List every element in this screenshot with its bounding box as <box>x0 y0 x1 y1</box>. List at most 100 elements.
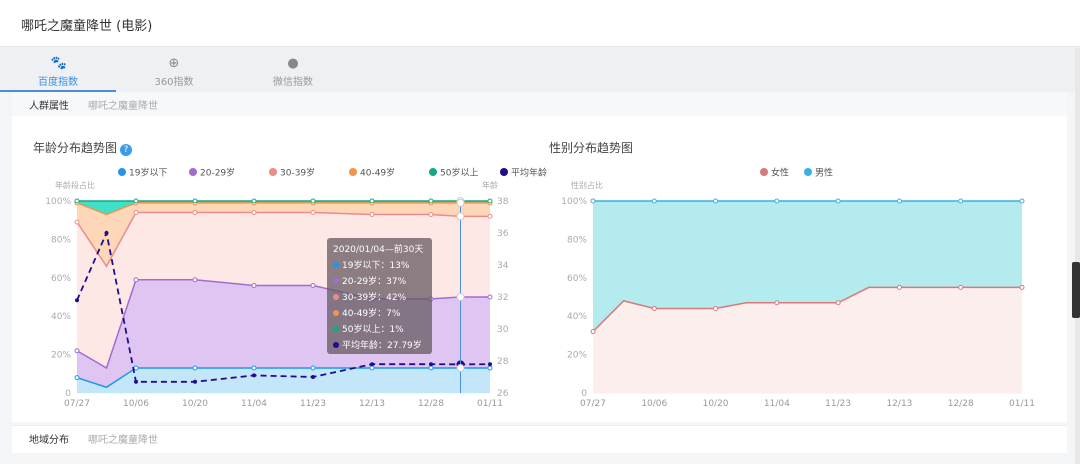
data-point <box>369 365 375 371</box>
legend-label: 平均年龄 <box>511 167 547 179</box>
x-tick-label: 12/28 <box>948 399 974 409</box>
y-tick-label: 40% <box>567 312 587 322</box>
y-tick-label: 0 <box>581 389 587 399</box>
data-point <box>487 294 493 300</box>
data-point <box>835 198 841 204</box>
data-point <box>251 210 257 216</box>
charts-svg: 0 20% 40% 60% 80% 100% 07/27 10/06 10/20 11/04 11/… <box>45 167 1035 410</box>
tooltip-value: 平均年龄：27.79岁 <box>342 341 422 351</box>
tooltip-title: 2020/01/04—前30天 <box>333 245 424 255</box>
data-point <box>428 198 434 204</box>
data-point <box>1019 284 1025 290</box>
avg-age-point <box>75 298 79 303</box>
tooltip-value: 40-49岁：7% <box>342 309 401 319</box>
tooltip-row: 50岁以上：1% <box>333 322 426 338</box>
series-dot-icon <box>333 342 339 348</box>
data-point <box>590 329 596 335</box>
tooltip-value: 30-39岁：42% <box>342 293 407 303</box>
data-point <box>74 348 80 354</box>
y-tick-label: 40% <box>51 312 71 322</box>
x-tick-label: 07/27 <box>64 399 90 409</box>
y2-tick-label: 38 <box>497 197 509 207</box>
y-axis-title: 年龄段占比 <box>55 180 95 190</box>
data-point <box>428 211 434 217</box>
x-tick-label: 10/20 <box>703 399 729 409</box>
avg-age-point <box>488 362 492 367</box>
x-tick-label: 11/04 <box>764 399 790 409</box>
hover-point <box>456 293 465 301</box>
avg-age-point <box>104 231 109 235</box>
legend-label: 男性 <box>815 167 833 179</box>
y2-tick-label: 34 <box>497 261 509 271</box>
avg-age-point <box>311 375 315 379</box>
section-region: 地域分布 哪吒之魔童降世 <box>12 425 1067 453</box>
x-tick-label: 11/23 <box>300 399 326 409</box>
data-point <box>774 198 780 204</box>
avg-age-point <box>252 373 256 378</box>
data-point <box>310 282 316 288</box>
y2-tick-label: 30 <box>497 325 509 335</box>
data-point <box>835 300 841 306</box>
data-point <box>713 198 719 204</box>
tooltip-row: 平均年龄：27.79岁 <box>333 338 426 354</box>
scrollbar-thumb[interactable] <box>1072 262 1080 318</box>
y2-tick-label: 32 <box>497 293 508 303</box>
legend-marker <box>429 168 437 176</box>
data-point <box>369 198 375 204</box>
y-tick-label: 0 <box>65 389 71 399</box>
x-tick-label: 12/28 <box>418 399 444 409</box>
data-point <box>310 365 316 371</box>
legend-marker <box>500 168 508 176</box>
y2-axis-title: 年龄 <box>482 180 498 190</box>
data-point <box>896 284 902 290</box>
y-tick-label: 60% <box>567 274 587 284</box>
legend-marker <box>118 168 126 176</box>
legend-label: 40-49岁 <box>360 167 395 179</box>
data-point <box>651 198 657 204</box>
avg-age-point <box>429 362 433 367</box>
scrollbar-track[interactable] <box>1075 48 1080 464</box>
data-point <box>310 210 316 216</box>
data-point <box>590 198 596 204</box>
x-tick-label: 01/11 <box>477 399 503 409</box>
data-point <box>74 375 80 381</box>
y-tick-label: 60% <box>51 274 71 284</box>
data-point <box>133 198 139 204</box>
data-point <box>487 213 493 219</box>
x-tick-label: 11/23 <box>825 399 851 409</box>
legend-marker <box>760 168 768 176</box>
avg-age-point <box>134 379 138 384</box>
y-tick-label: 100% <box>561 197 587 207</box>
data-point <box>74 219 80 225</box>
data-point <box>192 198 198 204</box>
data-point <box>192 210 198 216</box>
data-point <box>774 300 780 306</box>
series-dot-icon <box>333 326 339 332</box>
legend-label: 50岁以上 <box>440 167 478 179</box>
x-tick-label: 10/06 <box>641 399 667 409</box>
legend-marker <box>349 168 357 176</box>
area-19岁以下 <box>77 368 490 393</box>
data-point <box>251 282 257 288</box>
data-point <box>251 198 257 204</box>
tooltip-value: 50岁以上：1% <box>342 325 404 335</box>
legend-label: 30-39岁 <box>280 167 315 179</box>
y-tick-label: 100% <box>45 197 71 207</box>
data-point <box>896 198 902 204</box>
legend-marker <box>804 168 812 176</box>
data-point <box>713 306 719 312</box>
y2-tick-label: 28 <box>497 357 509 367</box>
avg-age-point <box>193 379 197 384</box>
legend-label: 19岁以下 <box>129 167 167 179</box>
hover-point <box>456 198 465 207</box>
y-tick-label: 80% <box>51 235 71 245</box>
series-dot-icon <box>333 294 339 300</box>
y-tick-label: 20% <box>51 351 71 361</box>
x-tick-label: 12/13 <box>359 399 385 409</box>
y2-tick-label: 26 <box>497 389 509 399</box>
data-point <box>133 277 139 283</box>
legend-label: 20-29岁 <box>200 167 235 179</box>
series-dot-icon <box>333 262 339 268</box>
data-point <box>369 211 375 217</box>
x-tick-label: 10/20 <box>182 399 208 409</box>
